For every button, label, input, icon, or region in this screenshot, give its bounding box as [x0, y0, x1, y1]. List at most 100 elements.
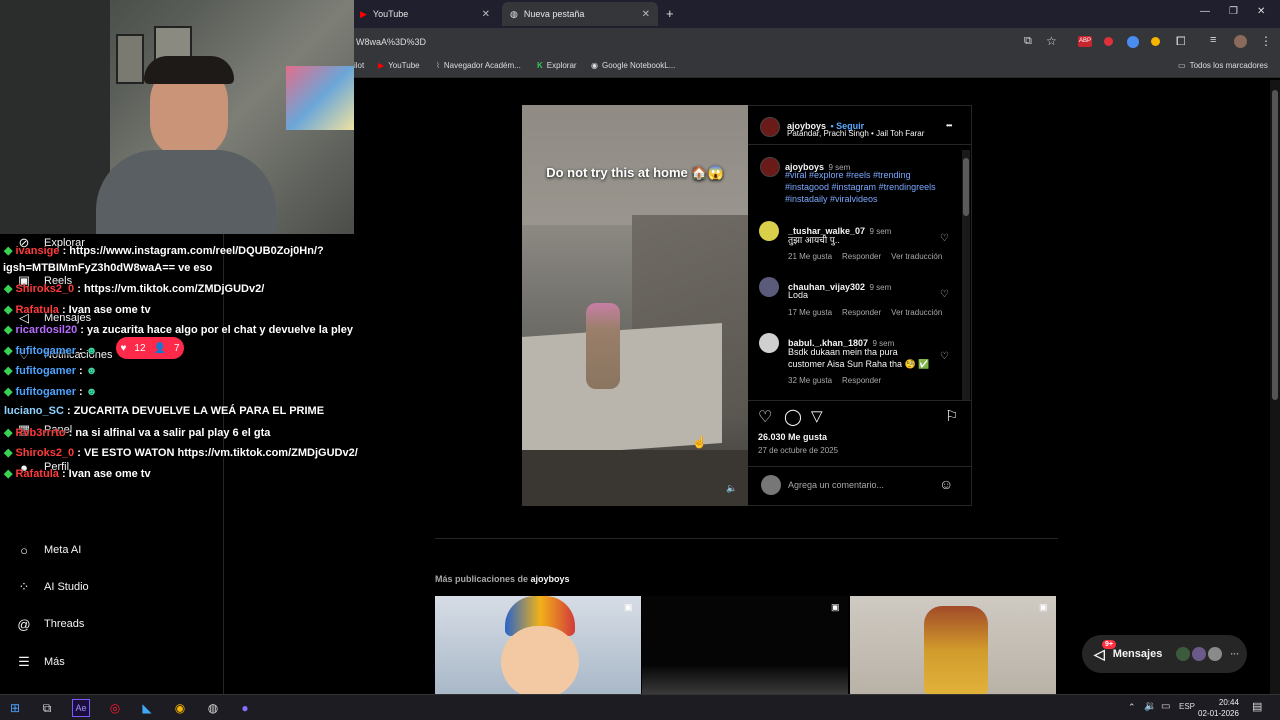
post-thumbnail[interactable]: ▣ [850, 596, 1056, 694]
new-tab-button[interactable]: + [666, 6, 674, 21]
author-avatar[interactable] [760, 157, 780, 177]
app-icon[interactable]: ● [236, 699, 254, 717]
explore-icon: K [537, 61, 543, 70]
comment-icon[interactable]: ◯ [784, 407, 802, 427]
cursor-hand-icon: ☝ [692, 435, 707, 449]
meta-ai-icon: ○ [20, 542, 28, 558]
chat-message: ◆ Rvb3rrrto : na si alfinal va a salir pa… [4, 427, 271, 439]
more-posts-heading: Más publicaciones de ajoyboys [435, 574, 570, 584]
like-comment-icon[interactable]: ♡ [940, 233, 949, 244]
post-thumbnail[interactable]: ▣ [642, 596, 848, 694]
post-thumbnail[interactable]: ▣ [435, 596, 641, 694]
address-bar[interactable]: W8waA%3D%3D [350, 32, 1070, 52]
notifications-icon[interactable]: ▤ [1252, 700, 1262, 713]
close-icon[interactable]: ✕ [482, 9, 490, 20]
system-clock[interactable]: 20:44 02-01-2026 [1198, 697, 1239, 719]
share-icon[interactable]: ▽ [811, 407, 823, 425]
volume-icon[interactable]: 🔉 [1144, 701, 1156, 712]
like-icon[interactable]: ♡ [758, 407, 772, 427]
reel-icon: ▣ [624, 602, 633, 612]
emote-icon: ☻ [85, 365, 98, 377]
extension-icon[interactable] [1104, 37, 1113, 46]
tab-youtube[interactable]: ▶ YouTube ✕ [352, 2, 498, 26]
kebab-menu-icon[interactable]: ⋮ [1260, 34, 1272, 48]
chat-message: ◆ Rafatula : Ivan ase ome tv [4, 304, 151, 316]
bookmark-item[interactable]: ▶ YouTube [378, 61, 420, 70]
sidebar-item-threads[interactable]: @ Threads [16, 616, 84, 632]
chat-message: ◆ Rafatula : Ivan ase ome tv [4, 468, 151, 480]
mute-icon[interactable]: 🔈 [726, 483, 737, 494]
page-scrollbar-thumb[interactable] [1272, 90, 1278, 400]
bookmark-item[interactable]: ilot [354, 61, 364, 70]
more-icon: ··· [1230, 649, 1240, 659]
chat-message: ◆ fufitogamer : ☻ [4, 345, 98, 357]
media-icon[interactable]: ≡ [1210, 34, 1216, 46]
video-caption: Do not try this at home 🏠😱 [546, 165, 724, 180]
all-bookmarks[interactable]: ▭ Todos los marcadores [1178, 61, 1268, 70]
commenter-avatar[interactable] [759, 277, 779, 297]
divider [748, 144, 972, 145]
bookmark-item[interactable]: K Explorar [537, 61, 577, 70]
chat-message: ◆ Shiroks2_0 : https://vm.tiktok.com/ZMDj… [4, 283, 265, 295]
unread-badge: 9+ [1102, 639, 1116, 649]
comment-actions: 17 Me gusta Responder Ver traducción [788, 308, 943, 317]
messenger-icon: ◁ 9+ [1094, 639, 1116, 663]
close-window-icon[interactable]: ✕ [1257, 6, 1265, 17]
avatar [1192, 647, 1207, 661]
url-text: W8waA%3D%3D [356, 37, 427, 47]
close-icon[interactable]: ✕ [642, 9, 650, 20]
commenter-avatar[interactable] [759, 333, 779, 353]
windows-start-icon[interactable]: ⊞ [6, 699, 24, 717]
install-icon[interactable]: ⧉ [1024, 35, 1032, 48]
bookmark-icon[interactable]: ⚐ [945, 407, 958, 425]
like-comment-icon[interactable]: ♡ [940, 351, 949, 362]
menu-icon: ☰ [18, 654, 30, 669]
task-view-icon[interactable]: ⧉ [38, 699, 56, 717]
profile-avatar[interactable] [1234, 35, 1247, 48]
sidebar-item-meta-ai[interactable]: ○ Meta AI [16, 542, 81, 558]
notification-pill[interactable]: ♥ 12 👤 7 [116, 337, 184, 359]
emoji-icon[interactable]: ☺ [939, 476, 953, 492]
sidebar-item-more[interactable]: ☰ Más [16, 654, 65, 670]
avatar [1176, 647, 1191, 661]
bookmark-item[interactable]: ◉ Google NotebookL... [591, 61, 675, 70]
heart-icon: ♥ [120, 342, 127, 354]
network-icon[interactable]: ▭ [1161, 701, 1170, 712]
star-icon[interactable]: ☆ [1046, 34, 1057, 48]
sidebar-item-ai-studio[interactable]: ⁘ AI Studio [16, 579, 89, 595]
chrome-extension-icon[interactable] [1151, 37, 1160, 46]
more-options-icon[interactable]: ••• [946, 121, 952, 130]
bookmark-item[interactable]: ⌇ Navegador Académ... [436, 61, 521, 70]
minimize-icon[interactable]: — [1200, 6, 1210, 17]
audio-info[interactable]: Patandar, Prachi Singh • Jail Toh Farar [787, 129, 924, 138]
divider [435, 538, 1058, 539]
comments-scrollbar-thumb[interactable] [963, 158, 969, 216]
tray-chevron-icon[interactable]: ⌃ [1128, 702, 1136, 713]
adblock-icon[interactable]: ABP [1078, 36, 1092, 47]
restore-icon[interactable]: ❐ [1229, 6, 1238, 17]
emote-icon: ☻ [85, 386, 98, 398]
chat-message: ◆ ivansige : https://www.instagram.com/re… [4, 245, 324, 257]
chat-message: ◆ ricardosil20 : ya zucarita hace algo po… [4, 324, 353, 336]
chat-message: igsh=MTBIMmFyZ3h0dW8waA== ve eso [3, 262, 213, 274]
comment-input[interactable]: Agrega un comentario... [788, 480, 884, 490]
language-indicator[interactable]: ESP [1179, 702, 1195, 711]
author-avatar[interactable] [760, 117, 780, 137]
caption-tags[interactable]: #viral #explore #reels #trending #instag… [785, 169, 953, 205]
app-icon[interactable]: ◣ [138, 699, 156, 717]
wall-frame [116, 34, 144, 84]
opera-gx-icon[interactable]: ◎ [106, 699, 124, 717]
reel-video[interactable]: Do not try this at home 🏠😱 🔈 ☝ [522, 105, 748, 506]
translate-icon[interactable] [1127, 36, 1139, 48]
commenter-avatar[interactable] [759, 221, 779, 241]
notebook-icon: ◉ [591, 61, 598, 70]
puzzle-icon[interactable]: ⧠ [1176, 34, 1186, 49]
obs-icon[interactable]: ◍ [204, 699, 222, 717]
chrome-icon[interactable]: ◉ [171, 699, 189, 717]
tab-new-tab[interactable]: ◍ Nueva pestaña ✕ [502, 2, 658, 26]
after-effects-icon[interactable]: Ae [72, 699, 90, 717]
like-count[interactable]: 26.030 Me gusta [758, 432, 827, 442]
like-comment-icon[interactable]: ♡ [940, 289, 949, 300]
headphones [144, 56, 234, 84]
messages-button[interactable]: ◁ 9+ Mensajes ··· [1082, 635, 1247, 673]
